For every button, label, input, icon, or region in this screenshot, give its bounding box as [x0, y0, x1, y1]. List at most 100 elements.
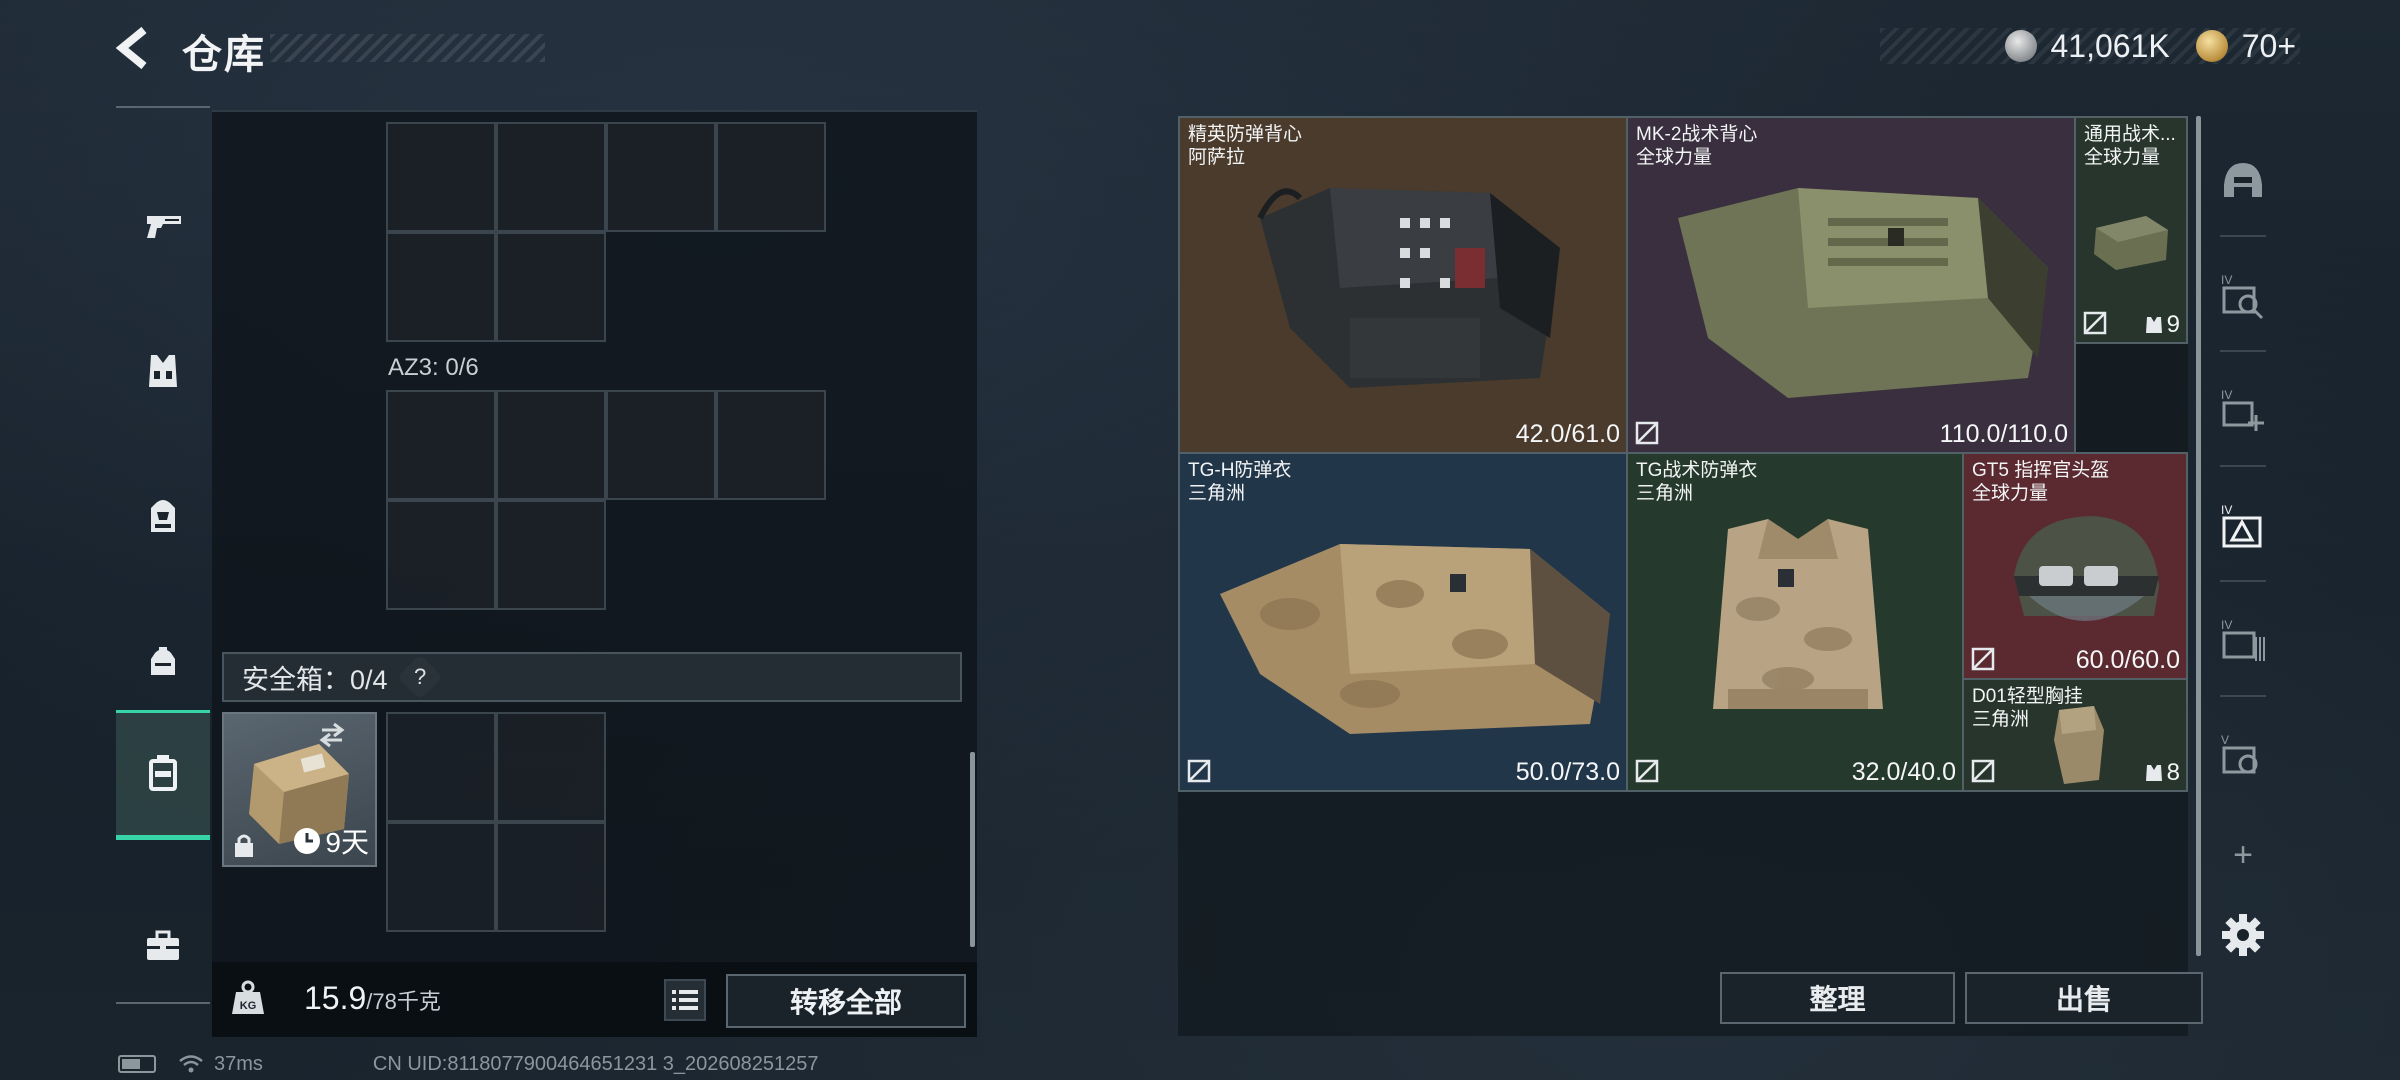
safe-box-slot[interactable]: [496, 712, 606, 822]
back-button[interactable]: [110, 24, 158, 72]
sidebar-item-backpack[interactable]: [116, 451, 210, 581]
pouch-image: [2094, 216, 2168, 270]
currency-bar: 41,061K 70+: [1880, 28, 2300, 64]
sort-button[interactable]: 整理: [1720, 972, 1955, 1024]
no-insure-icon: [1971, 647, 1995, 671]
backpack-icon: [151, 500, 175, 532]
list-icon: [672, 990, 698, 1010]
storage-slot[interactable]: [386, 122, 496, 232]
helmet-icon: [2224, 163, 2262, 197]
rental-time-remaining: 9天: [293, 821, 369, 861]
storage-slot[interactable]: [496, 500, 606, 610]
storage-slot[interactable]: [496, 390, 606, 500]
filter-iv-add[interactable]: IV: [2208, 365, 2278, 455]
help-icon[interactable]: ?: [396, 654, 443, 700]
title-decoration: [270, 34, 545, 62]
item-tile-d01-chest-rig[interactable]: D01轻型胸挂 三角洲 8: [1962, 678, 2188, 792]
storage-slot[interactable]: [716, 390, 826, 500]
iv-bag-icon: IV: [2221, 618, 2265, 661]
item-tile-tg-h-armor[interactable]: TG-H防弹衣 三角洲 50.0/73.0: [1178, 452, 1628, 792]
storage-slot[interactable]: [716, 122, 826, 232]
safe-box-slot[interactable]: [496, 822, 606, 932]
silver-coin-icon: [2004, 30, 2037, 62]
add-icon: +: [2233, 835, 2253, 874]
item-tile-mk2-vest[interactable]: MK-2战术背心 全球力量 110.0/110.0: [1626, 116, 2076, 454]
safe-box-icon: [149, 754, 177, 791]
item-durability: 110.0/110.0: [1939, 420, 2068, 448]
item-name-label: 通用战术... 全球力量: [2084, 124, 2176, 168]
storage-slot[interactable]: [496, 232, 606, 342]
left-category-sidebar: [116, 106, 210, 1006]
safe-box-header: 安全箱：0/4 ?: [222, 652, 962, 702]
item-durability: 60.0/60.0: [2075, 646, 2180, 674]
weight-bar: KG 15.9/78千克 转移全部: [212, 962, 977, 1037]
weight-icon: KG: [232, 980, 264, 1014]
armor-image: [1713, 519, 1883, 709]
sidebar-item-safe-box[interactable]: [116, 710, 210, 840]
clock-icon: [294, 828, 321, 854]
add-filter-button[interactable]: +: [2208, 810, 2278, 900]
item-tile-tg-armor[interactable]: TG战术防弹衣 三角洲 32.0/40.0: [1626, 452, 1964, 792]
sell-button[interactable]: 出售: [1965, 972, 2203, 1024]
vest-image: [1678, 188, 2048, 398]
page-title: 仓库: [182, 33, 266, 77]
svg-text:V: V: [2221, 733, 2229, 747]
safe-box-slot[interactable]: [386, 712, 496, 822]
storage-slot[interactable]: [386, 500, 496, 610]
sidebar-item-weapons[interactable]: [116, 161, 210, 291]
transfer-all-button[interactable]: 转移全部: [726, 974, 966, 1028]
item-stack: 8: [2144, 759, 2180, 787]
v-vest-icon: V: [2221, 733, 2258, 774]
sidebar-item-pouch[interactable]: [116, 596, 210, 726]
filter-helmet[interactable]: [2208, 135, 2278, 225]
settings-button[interactable]: [2208, 890, 2278, 980]
no-insure-icon: [1187, 759, 1211, 783]
filter-iv-bag[interactable]: IV: [2208, 595, 2278, 685]
helmet-image: [2014, 516, 2159, 621]
svg-text:IV: IV: [2221, 618, 2232, 632]
storage-panel: AZ3: 0/6 安全箱：0/4 ? 9天 KG 15.9/78千克 转移全部: [212, 110, 977, 1037]
item-durability: 50.0/73.0: [1515, 758, 1620, 786]
item-tile-gt5-helmet[interactable]: GT5 指挥官头盔 全球力量 60.0/60.0: [1962, 452, 2188, 680]
vest-icon: [149, 355, 177, 387]
item-tile-tactical-pouch[interactable]: 通用战术... 全球力量 9: [2074, 116, 2188, 344]
vest-image: [1257, 188, 1560, 388]
item-tile-elite-vest[interactable]: 精英防弹背心 阿萨拉 42.0/61.0: [1178, 116, 1628, 454]
iv-armor-icon: IV: [2221, 503, 2262, 548]
gold-coin-icon: [2195, 30, 2228, 62]
sidebar-item-case[interactable]: [116, 881, 210, 1011]
vest-small-icon: [2145, 765, 2162, 781]
no-insure-icon: [1635, 421, 1659, 445]
storage-slot[interactable]: [496, 122, 606, 232]
gold-currency-value: 70+: [2241, 27, 2296, 64]
list-view-button[interactable]: [664, 979, 706, 1021]
az3-capacity-label: AZ3: 0/6: [388, 354, 479, 381]
filter-iv-armor[interactable]: IV: [2208, 480, 2278, 570]
lock-icon: [235, 834, 253, 857]
svg-text:IV: IV: [2221, 273, 2232, 287]
filter-iv-vest[interactable]: IV: [2208, 250, 2278, 340]
item-name-label: TG-H防弹衣 三角洲: [1188, 460, 1292, 504]
secure-case-item[interactable]: 9天: [222, 712, 377, 867]
briefcase-icon: [147, 930, 179, 960]
sidebar-item-chest-rig[interactable]: [116, 306, 210, 436]
svg-text:IV: IV: [2221, 388, 2232, 402]
storage-slot[interactable]: [386, 232, 496, 342]
svg-text:KG: KG: [240, 1000, 257, 1012]
filter-v-vest[interactable]: V: [2208, 710, 2278, 800]
safe-box-slot[interactable]: [386, 822, 496, 932]
storage-slot[interactable]: [606, 390, 716, 500]
inventory-scrollbar[interactable]: [2196, 116, 2201, 956]
weight-value: 15.9/78千克: [304, 980, 441, 1017]
storage-scrollbar[interactable]: [970, 752, 975, 947]
weight-max: /78千克: [366, 989, 441, 1014]
pouch-icon: [151, 647, 175, 675]
no-insure-icon: [2083, 311, 2107, 335]
iv-add-icon: IV: [2221, 388, 2264, 431]
storage-slot[interactable]: [606, 122, 716, 232]
storage-slot[interactable]: [386, 390, 496, 500]
gear-icon: [2222, 914, 2264, 956]
item-durability: 32.0/40.0: [1851, 758, 1956, 786]
ping-value: 37ms: [214, 1052, 263, 1075]
wifi-icon: [179, 1055, 203, 1073]
